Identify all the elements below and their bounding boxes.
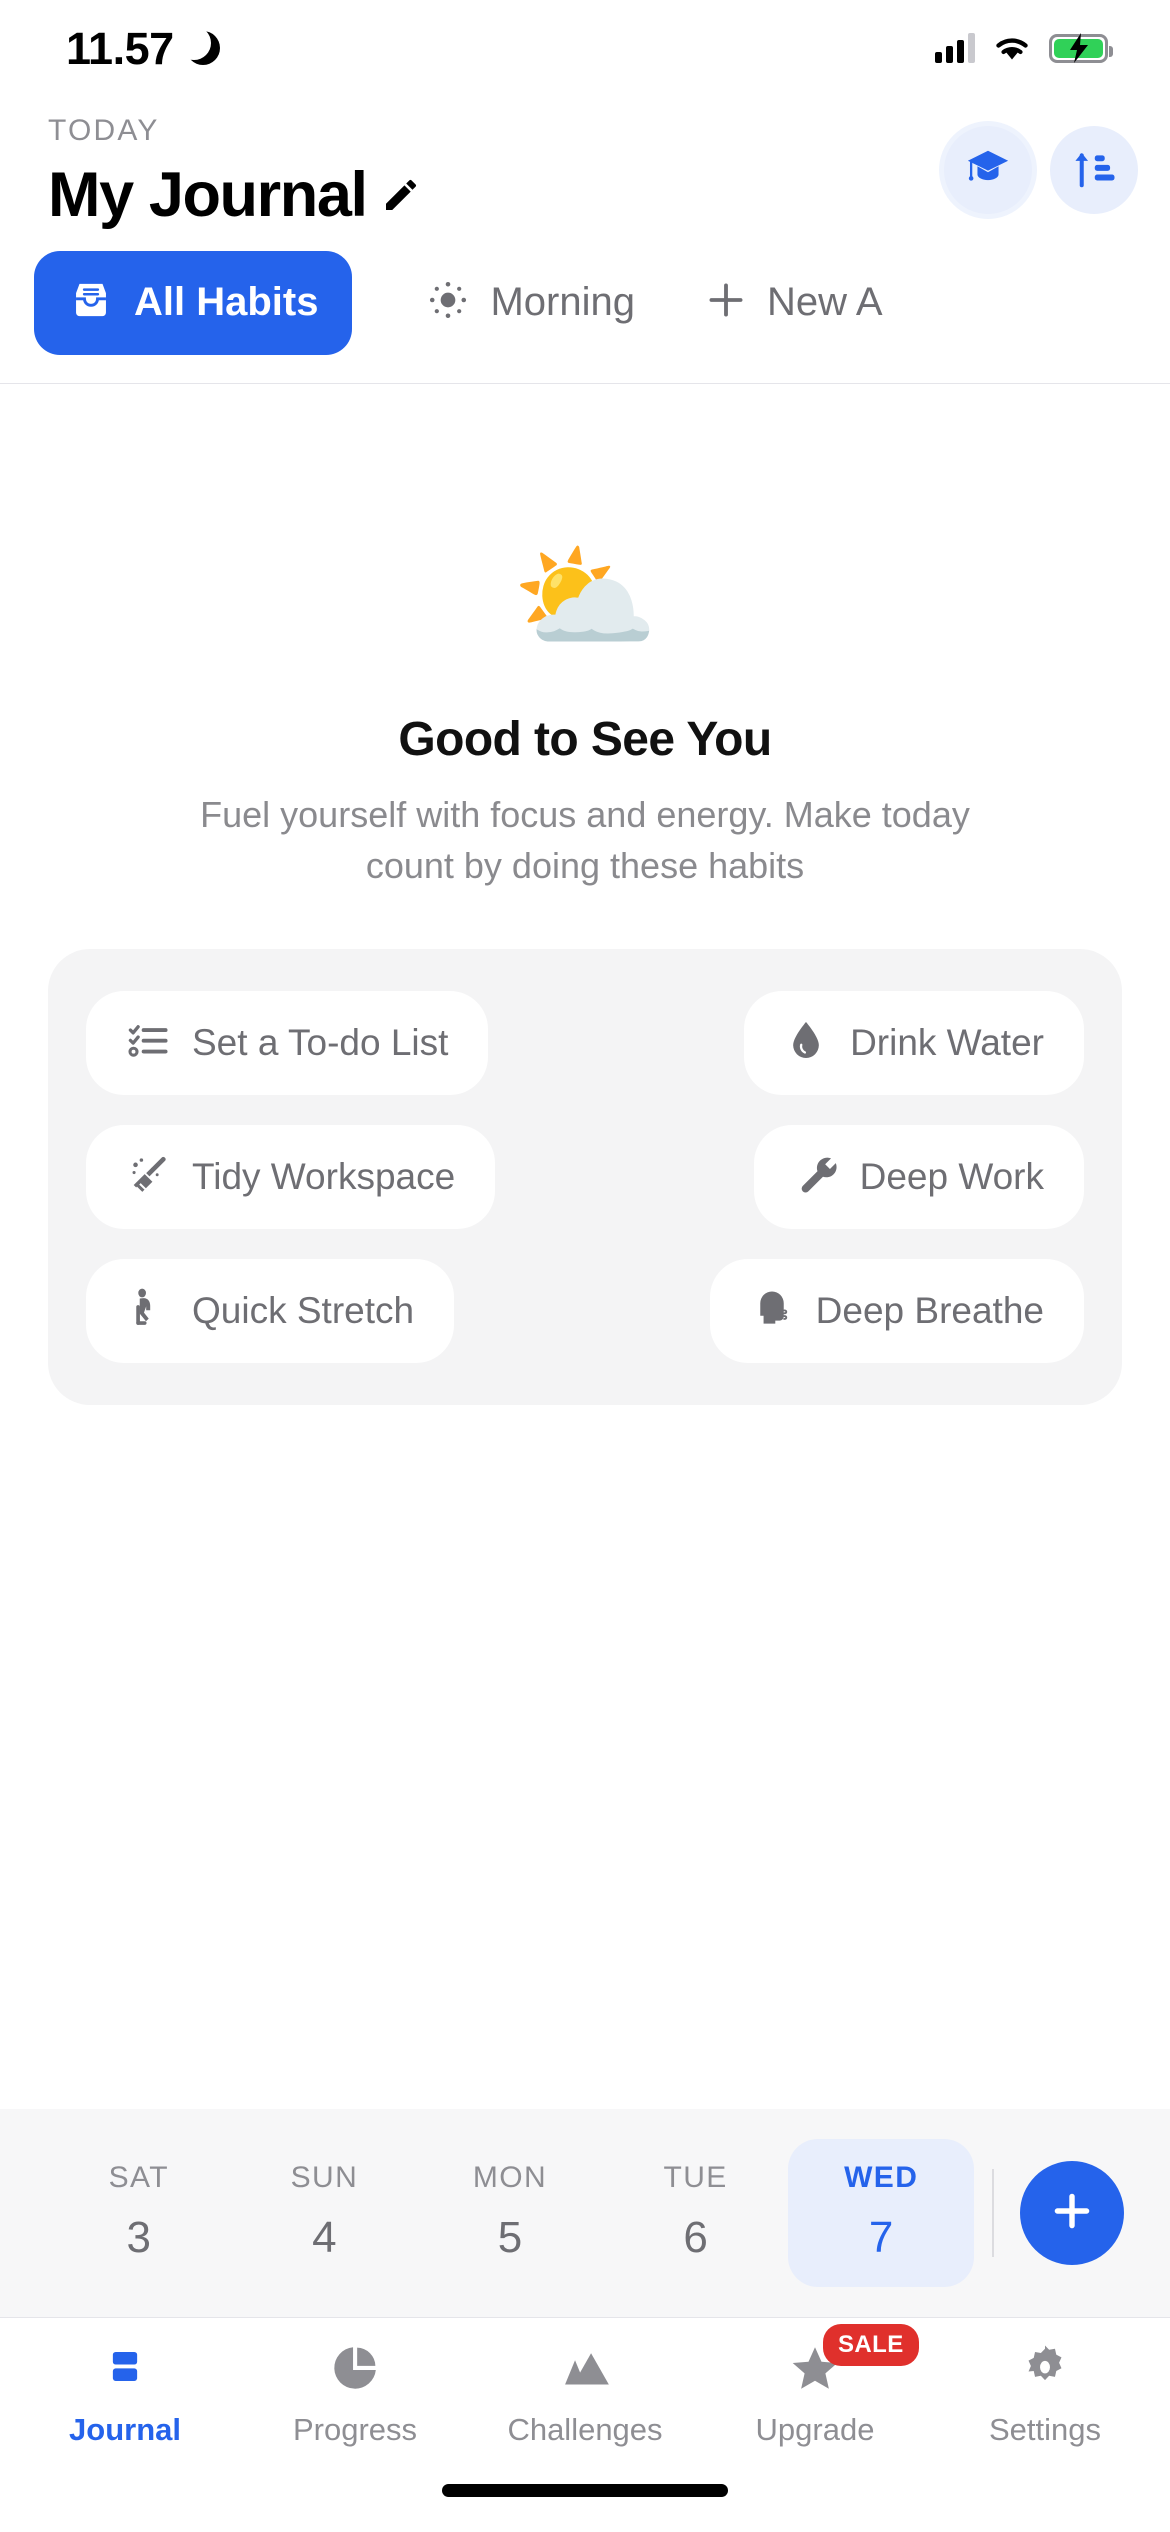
date-dow: WED <box>844 2161 919 2194</box>
date-num: 3 <box>126 2213 152 2262</box>
battery-charging-icon <box>1049 33 1113 63</box>
sun-behind-cloud-emoji: ⛅ <box>511 531 659 664</box>
plus-icon <box>703 277 749 328</box>
status-bar-right <box>935 33 1113 63</box>
home-indicator-area <box>0 2448 1170 2532</box>
suggestion-chip-stretch[interactable]: Quick Stretch <box>86 1258 455 1363</box>
home-indicator[interactable] <box>442 2483 728 2497</box>
tab-label: All Habits <box>134 280 319 325</box>
header-actions <box>944 126 1138 214</box>
date-strip-divider <box>992 2169 994 2257</box>
empty-state-title: Good to See You <box>398 712 772 766</box>
sort-ascending-icon <box>1071 145 1117 196</box>
nav-item-challenges[interactable]: Challenges <box>470 2340 700 2448</box>
crescent-moon-icon <box>176 26 220 65</box>
suggestion-label: Deep Breathe <box>815 1289 1044 1331</box>
date-num: 5 <box>497 2213 523 2262</box>
sort-button[interactable] <box>1050 126 1138 214</box>
suggestion-chip-tidy[interactable]: Tidy Workspace <box>86 1124 496 1229</box>
tab-new-area[interactable]: New A <box>669 251 917 355</box>
graduation-cap-icon <box>965 145 1011 196</box>
tab-label: Morning <box>490 280 635 325</box>
habit-filter-tabs: All Habits Morning New A <box>0 229 1170 383</box>
suggestion-chip-breathe[interactable]: Deep Breathe <box>709 1258 1084 1363</box>
wifi-icon <box>992 33 1032 63</box>
date-cell-sat[interactable]: SAT 3 <box>46 2139 232 2287</box>
suggestion-row: Set a To-do List Drink Water <box>86 990 1084 1095</box>
nav-item-upgrade[interactable]: SALE Upgrade <box>700 2324 930 2448</box>
nav-item-settings[interactable]: Settings <box>930 2340 1160 2448</box>
wrench-icon <box>794 1152 838 1201</box>
tab-label: New A <box>767 280 883 325</box>
water-drop-icon <box>784 1018 828 1067</box>
date-cell-mon[interactable]: MON 5 <box>417 2139 603 2287</box>
suggestion-chip-deep-work[interactable]: Deep Work <box>753 1124 1084 1229</box>
page-header: TODAY My Journal <box>0 96 1170 229</box>
bottom-navigation: Journal Progress Challenges SALE Upgrade… <box>0 2317 1170 2448</box>
app-screen: 11.57 TODAY My Journal All Habits Mornin… <box>0 0 1170 2532</box>
star-icon: SALE <box>789 2324 919 2396</box>
add-habit-button[interactable] <box>1020 2161 1124 2265</box>
learn-button[interactable] <box>944 126 1032 214</box>
status-bar: 11.57 <box>0 0 1170 96</box>
plus-icon <box>1047 2186 1097 2241</box>
suggestion-chip-water[interactable]: Drink Water <box>744 990 1084 1095</box>
suggestion-label: Deep Work <box>859 1155 1044 1197</box>
suggestion-chip-todo[interactable]: Set a To-do List <box>86 990 489 1095</box>
sun-icon <box>426 278 470 327</box>
status-badge: SALE <box>823 2324 919 2366</box>
status-bar-left: 11.57 <box>66 26 220 71</box>
suggestion-row: Quick Stretch Deep Breathe <box>86 1258 1084 1363</box>
date-list: SAT 3 SUN 4 MON 5 TUE 6 WED 7 <box>46 2139 974 2287</box>
inbox-icon <box>68 277 114 328</box>
nav-label: Journal <box>69 2412 181 2447</box>
tab-morning[interactable]: Morning <box>392 251 669 355</box>
date-dow: TUE <box>663 2161 728 2194</box>
mountains-icon <box>557 2340 613 2396</box>
status-bar-time: 11.57 <box>66 22 174 74</box>
broom-icon <box>126 1152 170 1201</box>
checklist-icon <box>126 1018 170 1067</box>
date-num: 4 <box>312 2213 337 2262</box>
suggestion-label: Quick Stretch <box>192 1289 415 1331</box>
pie-chart-icon <box>329 2340 381 2396</box>
suggestion-label: Set a To-do List <box>192 1021 449 1063</box>
nav-item-journal[interactable]: Journal <box>10 2340 240 2448</box>
date-dow: SAT <box>108 2161 169 2194</box>
pencil-icon[interactable] <box>381 175 421 215</box>
journal-icon <box>99 2340 151 2396</box>
suggestion-label: Tidy Workspace <box>192 1155 456 1197</box>
nav-label: Challenges <box>507 2412 663 2447</box>
journal-empty-state: ⛅ Good to See You Fuel yourself with foc… <box>0 384 1170 2109</box>
date-strip: SAT 3 SUN 4 MON 5 TUE 6 WED 7 <box>0 2109 1170 2317</box>
nav-item-progress[interactable]: Progress <box>240 2340 470 2448</box>
date-cell-sun[interactable]: SUN 4 <box>232 2139 418 2287</box>
suggestion-row: Tidy Workspace Deep Work <box>86 1124 1084 1229</box>
nav-label: Progress <box>292 2412 418 2447</box>
gear-icon <box>1019 2340 1071 2396</box>
suggested-habits-panel: Set a To-do List Drink Water Tidy Worksp… <box>48 948 1122 1405</box>
tab-all-habits[interactable]: All Habits <box>34 250 353 355</box>
breathing-head-icon <box>750 1286 794 1335</box>
stretching-person-icon <box>126 1286 170 1335</box>
page-title: My Journal <box>48 160 368 230</box>
nav-label: Settings <box>988 2412 1101 2447</box>
suggestion-label: Drink Water <box>850 1021 1044 1063</box>
empty-state-subtitle: Fuel yourself with focus and energy. Mak… <box>200 793 970 886</box>
nav-label: Upgrade <box>755 2412 875 2447</box>
date-num: 6 <box>683 2213 708 2262</box>
cellular-signal-icon <box>935 33 975 63</box>
date-dow: SUN <box>290 2161 359 2194</box>
date-num: 7 <box>868 2213 894 2262</box>
date-dow: MON <box>472 2161 548 2194</box>
date-cell-wed-selected[interactable]: WED 7 <box>788 2139 974 2287</box>
date-cell-tue[interactable]: TUE 6 <box>603 2139 789 2287</box>
